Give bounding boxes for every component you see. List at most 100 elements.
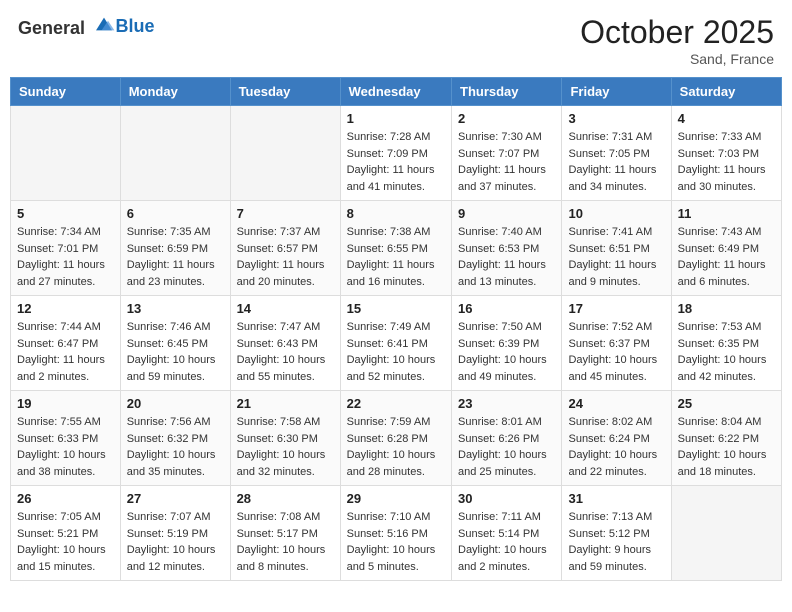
day-info: Sunrise: 7:05 AMSunset: 5:21 PMDaylight:…: [17, 509, 114, 575]
day-info: Sunrise: 7:30 AMSunset: 7:07 PMDaylight:…: [458, 129, 555, 195]
logo-icon: [92, 14, 116, 34]
weekday-header-cell: Sunday: [11, 78, 121, 106]
day-info: Sunrise: 7:13 AMSunset: 5:12 PMDaylight:…: [568, 509, 664, 575]
day-info: Sunrise: 7:46 AMSunset: 6:45 PMDaylight:…: [127, 319, 224, 385]
weekday-header-cell: Monday: [120, 78, 230, 106]
calendar-day-cell: 6 Sunrise: 7:35 AMSunset: 6:59 PMDaylight…: [120, 201, 230, 296]
month-title: October 2025: [580, 14, 774, 51]
day-info: Sunrise: 7:52 AMSunset: 6:37 PMDaylight:…: [568, 319, 664, 385]
calendar-day-cell: [671, 486, 781, 581]
calendar-week-row: 26Sunrise: 7:05 AMSunset: 5:21 PMDayligh…: [11, 486, 782, 581]
day-number: 28: [237, 491, 334, 506]
day-info: Sunrise: 7:35 AMSunset: 6:59 PMDaylight:…: [127, 224, 224, 290]
day-info: Sunrise: 7:37 AMSunset: 6:57 PMDaylight:…: [237, 224, 334, 290]
day-number: 7: [237, 206, 334, 221]
weekday-header-cell: Saturday: [671, 78, 781, 106]
day-info: Sunrise: 7:44 AMSunset: 6:47 PMDaylight:…: [17, 319, 114, 385]
calendar-day-cell: [120, 106, 230, 201]
day-info: Sunrise: 7:28 AMSunset: 7:09 PMDaylight:…: [347, 129, 445, 195]
calendar-day-cell: 20 Sunrise: 7:56 AMSunset: 6:32 PMDayligh…: [120, 391, 230, 486]
calendar-day-cell: 21 Sunrise: 7:58 AMSunset: 6:30 PMDayligh…: [230, 391, 340, 486]
day-number: 15: [347, 301, 445, 316]
day-number: 14: [237, 301, 334, 316]
calendar-day-cell: 4 Sunrise: 7:33 AMSunset: 7:03 PMDaylight…: [671, 106, 781, 201]
calendar-day-cell: 11Sunrise: 7:43 AMSunset: 6:49 PMDayligh…: [671, 201, 781, 296]
day-info: Sunrise: 7:33 AMSunset: 7:03 PMDaylight:…: [678, 129, 775, 195]
calendar-day-cell: 29Sunrise: 7:10 AMSunset: 5:16 PMDayligh…: [340, 486, 451, 581]
calendar-day-cell: 31 Sunrise: 7:13 AMSunset: 5:12 PMDayligh…: [562, 486, 671, 581]
day-number: 21: [237, 396, 334, 411]
calendar-day-cell: 1 Sunrise: 7:28 AMSunset: 7:09 PMDaylight…: [340, 106, 451, 201]
day-number: 25: [678, 396, 775, 411]
day-info: Sunrise: 7:43 AMSunset: 6:49 PMDaylight:…: [678, 224, 775, 290]
calendar-body: 1 Sunrise: 7:28 AMSunset: 7:09 PMDaylight…: [11, 106, 782, 581]
day-info: Sunrise: 8:01 AMSunset: 6:26 PMDaylight:…: [458, 414, 555, 480]
day-number: 3: [568, 111, 664, 126]
day-number: 13: [127, 301, 224, 316]
calendar-day-cell: 28Sunrise: 7:08 AMSunset: 5:17 PMDayligh…: [230, 486, 340, 581]
day-number: 6: [127, 206, 224, 221]
logo: General Blue: [18, 14, 155, 39]
calendar-day-cell: 10 Sunrise: 7:41 AMSunset: 6:51 PMDayligh…: [562, 201, 671, 296]
day-number: 22: [347, 396, 445, 411]
calendar-day-cell: 22 Sunrise: 7:59 AMSunset: 6:28 PMDayligh…: [340, 391, 451, 486]
calendar-day-cell: 3 Sunrise: 7:31 AMSunset: 7:05 PMDaylight…: [562, 106, 671, 201]
day-number: 1: [347, 111, 445, 126]
logo-blue: Blue: [116, 16, 155, 36]
day-number: 4: [678, 111, 775, 126]
day-number: 12: [17, 301, 114, 316]
day-number: 19: [17, 396, 114, 411]
day-info: Sunrise: 7:49 AMSunset: 6:41 PMDaylight:…: [347, 319, 445, 385]
day-number: 2: [458, 111, 555, 126]
day-number: 20: [127, 396, 224, 411]
day-info: Sunrise: 7:41 AMSunset: 6:51 PMDaylight:…: [568, 224, 664, 290]
day-number: 18: [678, 301, 775, 316]
calendar-day-cell: 13 Sunrise: 7:46 AMSunset: 6:45 PMDayligh…: [120, 296, 230, 391]
calendar-day-cell: 14 Sunrise: 7:47 AMSunset: 6:43 PMDayligh…: [230, 296, 340, 391]
day-number: 27: [127, 491, 224, 506]
calendar-day-cell: [230, 106, 340, 201]
calendar-day-cell: 30 Sunrise: 7:11 AMSunset: 5:14 PMDayligh…: [452, 486, 562, 581]
calendar: SundayMondayTuesdayWednesdayThursdayFrid…: [10, 77, 782, 581]
day-number: 30: [458, 491, 555, 506]
page-header: General Blue October 2025 Sand, France: [10, 10, 782, 71]
day-number: 10: [568, 206, 664, 221]
calendar-day-cell: 7 Sunrise: 7:37 AMSunset: 6:57 PMDaylight…: [230, 201, 340, 296]
weekday-header-row: SundayMondayTuesdayWednesdayThursdayFrid…: [11, 78, 782, 106]
calendar-day-cell: 16Sunrise: 7:50 AMSunset: 6:39 PMDayligh…: [452, 296, 562, 391]
calendar-day-cell: 5 Sunrise: 7:34 AMSunset: 7:01 PMDaylight…: [11, 201, 121, 296]
weekday-header-cell: Wednesday: [340, 78, 451, 106]
day-number: 31: [568, 491, 664, 506]
calendar-day-cell: 2 Sunrise: 7:30 AMSunset: 7:07 PMDaylight…: [452, 106, 562, 201]
weekday-header-cell: Tuesday: [230, 78, 340, 106]
day-info: Sunrise: 7:47 AMSunset: 6:43 PMDaylight:…: [237, 319, 334, 385]
day-info: Sunrise: 7:34 AMSunset: 7:01 PMDaylight:…: [17, 224, 114, 290]
calendar-day-cell: 25 Sunrise: 8:04 AMSunset: 6:22 PMDayligh…: [671, 391, 781, 486]
calendar-week-row: 12 Sunrise: 7:44 AMSunset: 6:47 PMDayligh…: [11, 296, 782, 391]
day-number: 16: [458, 301, 555, 316]
day-number: 5: [17, 206, 114, 221]
day-number: 9: [458, 206, 555, 221]
day-info: Sunrise: 7:59 AMSunset: 6:28 PMDaylight:…: [347, 414, 445, 480]
day-info: Sunrise: 7:11 AMSunset: 5:14 PMDaylight:…: [458, 509, 555, 575]
calendar-day-cell: [11, 106, 121, 201]
day-number: 8: [347, 206, 445, 221]
day-number: 24: [568, 396, 664, 411]
calendar-day-cell: 19Sunrise: 7:55 AMSunset: 6:33 PMDayligh…: [11, 391, 121, 486]
day-info: Sunrise: 7:56 AMSunset: 6:32 PMDaylight:…: [127, 414, 224, 480]
day-info: Sunrise: 7:40 AMSunset: 6:53 PMDaylight:…: [458, 224, 555, 290]
day-info: Sunrise: 8:02 AMSunset: 6:24 PMDaylight:…: [568, 414, 664, 480]
weekday-header-cell: Friday: [562, 78, 671, 106]
calendar-day-cell: 26Sunrise: 7:05 AMSunset: 5:21 PMDayligh…: [11, 486, 121, 581]
day-info: Sunrise: 7:31 AMSunset: 7:05 PMDaylight:…: [568, 129, 664, 195]
calendar-day-cell: 24 Sunrise: 8:02 AMSunset: 6:24 PMDayligh…: [562, 391, 671, 486]
calendar-day-cell: 18Sunrise: 7:53 AMSunset: 6:35 PMDayligh…: [671, 296, 781, 391]
location: Sand, France: [580, 51, 774, 67]
calendar-day-cell: 17Sunrise: 7:52 AMSunset: 6:37 PMDayligh…: [562, 296, 671, 391]
day-info: Sunrise: 7:10 AMSunset: 5:16 PMDaylight:…: [347, 509, 445, 575]
calendar-day-cell: 15 Sunrise: 7:49 AMSunset: 6:41 PMDayligh…: [340, 296, 451, 391]
day-number: 23: [458, 396, 555, 411]
day-info: Sunrise: 7:07 AMSunset: 5:19 PMDaylight:…: [127, 509, 224, 575]
day-info: Sunrise: 7:58 AMSunset: 6:30 PMDaylight:…: [237, 414, 334, 480]
day-info: Sunrise: 8:04 AMSunset: 6:22 PMDaylight:…: [678, 414, 775, 480]
